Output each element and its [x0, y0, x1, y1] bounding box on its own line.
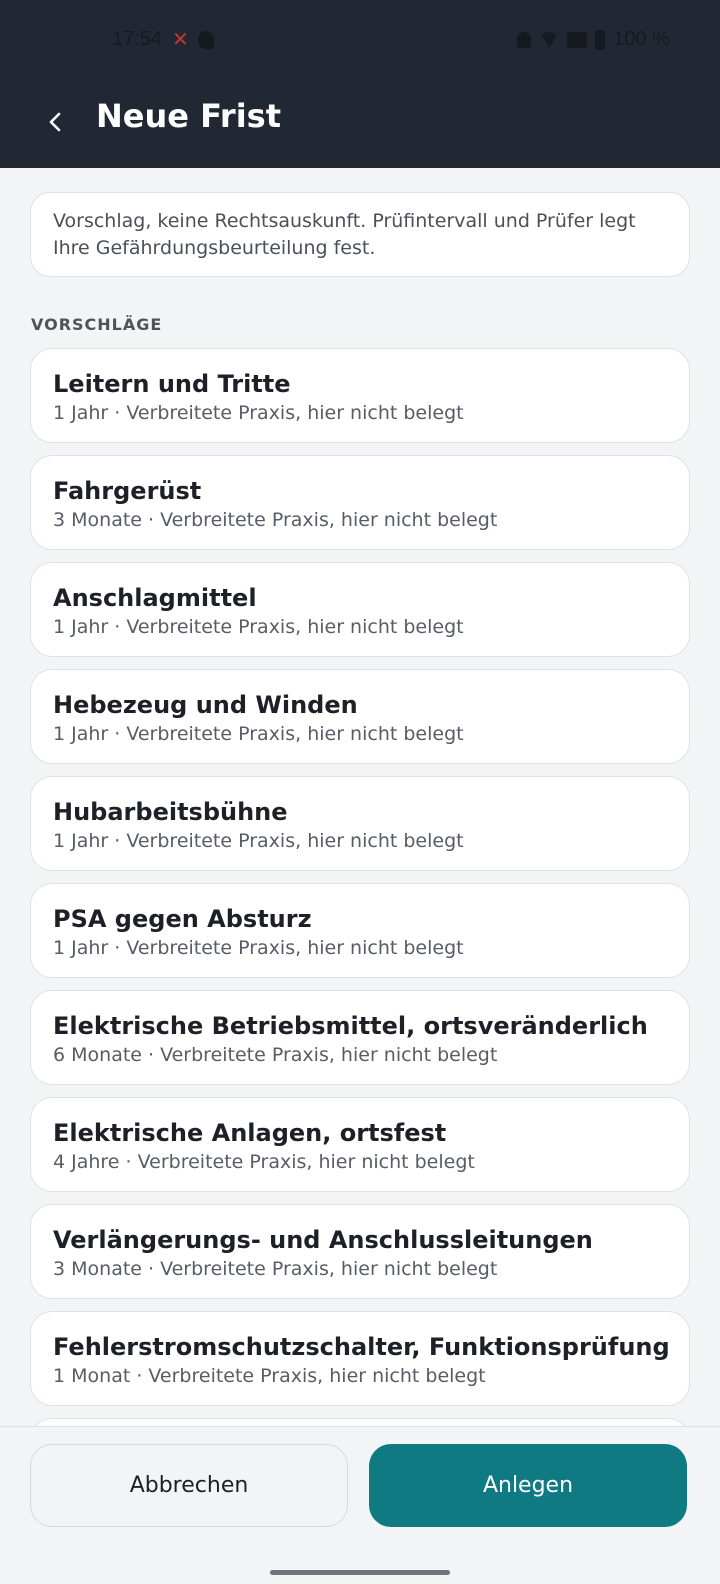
scroll-content[interactable]: Vorschlag, keine Rechtsauskunft. Prüfint… [30, 192, 690, 1430]
suggestion-card[interactable]: Fahrgerüst 3 Monate · Verbreitete Praxis… [30, 455, 690, 550]
suggestion-subtitle: 3 Monate · Verbreitete Praxis, hier nich… [53, 509, 498, 531]
disclaimer-notice: Vorschlag, keine Rechtsauskunft. Prüfint… [30, 192, 690, 277]
suggestion-card[interactable]: Elektrische Betriebsmittel, ortsveränder… [30, 990, 690, 1085]
suggestion-subtitle: 1 Jahr · Verbreitete Praxis, hier nicht … [53, 830, 464, 852]
suggestion-card[interactable]: PSA gegen Absturz 1 Jahr · Verbreitete P… [30, 883, 690, 978]
bell-off-icon [517, 31, 532, 48]
cancel-button[interactable]: Abbrechen [30, 1444, 348, 1527]
back-button[interactable] [34, 100, 78, 144]
suggestion-title: Elektrische Betriebsmittel, ortsveränder… [53, 1012, 648, 1040]
suggestion-title: Hebezeug und Winden [53, 691, 358, 719]
suggestion-list: Leitern und Tritte 1 Jahr · Verbreitete … [30, 348, 690, 1430]
suggestion-subtitle: 1 Jahr · Verbreitete Praxis, hier nicht … [53, 402, 464, 424]
missed-call-icon: ✕ [172, 27, 189, 51]
suggestion-card[interactable]: Hubarbeitsbühne 1 Jahr · Verbreitete Pra… [30, 776, 690, 871]
suggestion-subtitle: 1 Monat · Verbreitete Praxis, hier nicht… [53, 1365, 486, 1387]
suggestion-card[interactable]: Hebezeug und Winden 1 Jahr · Verbreitete… [30, 669, 690, 764]
suggestion-title: PSA gegen Absturz [53, 905, 312, 933]
app-notification-icon [198, 31, 214, 49]
suggestion-title: Fehlerstromschutzschalter, Funktionsprüf… [53, 1333, 670, 1361]
suggestion-card[interactable]: Elektrische Anlagen, ortsfest 4 Jahre · … [30, 1097, 690, 1192]
suggestion-title: Fahrgerüst [53, 477, 202, 505]
section-label-suggestions: VORSCHLÄGE [31, 315, 163, 334]
create-button[interactable]: Anlegen [369, 1444, 687, 1527]
status-bar: 17:54 ✕ 100 % [0, 0, 720, 80]
battery-icon [595, 29, 606, 50]
suggestion-title: Anschlagmittel [53, 584, 257, 612]
suggestion-subtitle: 1 Jahr · Verbreitete Praxis, hier nicht … [53, 937, 464, 959]
suggestion-title: Elektrische Anlagen, ortsfest [53, 1119, 447, 1147]
home-indicator[interactable] [270, 1570, 450, 1575]
wifi-icon [539, 32, 559, 48]
app-bar: Neue Frist [0, 80, 720, 168]
suggestion-subtitle: 3 Monate · Verbreitete Praxis, hier nich… [53, 1258, 498, 1280]
status-icons: 100 % [517, 28, 670, 51]
suggestion-title: Leitern und Tritte [53, 370, 291, 398]
suggestion-card[interactable]: Leitern und Tritte 1 Jahr · Verbreitete … [30, 348, 690, 443]
chevron-left-icon [49, 112, 61, 132]
sim-icon [567, 31, 588, 48]
suggestion-title: Verlängerungs- und Anschlussleitungen [53, 1226, 593, 1254]
suggestion-card[interactable]: Fehlerstromschutzschalter, Funktionsprüf… [30, 1311, 690, 1406]
suggestion-subtitle: 4 Jahre · Verbreitete Praxis, hier nicht… [53, 1151, 475, 1173]
action-bar: Abbrechen Anlegen [0, 1426, 720, 1584]
suggestion-card[interactable]: Anschlagmittel 1 Jahr · Verbreitete Prax… [30, 562, 690, 657]
suggestion-title: Hubarbeitsbühne [53, 798, 288, 826]
suggestion-subtitle: 1 Jahr · Verbreitete Praxis, hier nicht … [53, 723, 464, 745]
battery-percent: 100 % [613, 28, 670, 50]
page-title: Neue Frist [96, 97, 282, 135]
suggestion-subtitle: 1 Jahr · Verbreitete Praxis, hier nicht … [53, 616, 464, 638]
status-time: 17:54 [112, 28, 163, 50]
suggestion-card[interactable]: Verlängerungs- und Anschlussleitungen 3 … [30, 1204, 690, 1299]
suggestion-subtitle: 6 Monate · Verbreitete Praxis, hier nich… [53, 1044, 498, 1066]
